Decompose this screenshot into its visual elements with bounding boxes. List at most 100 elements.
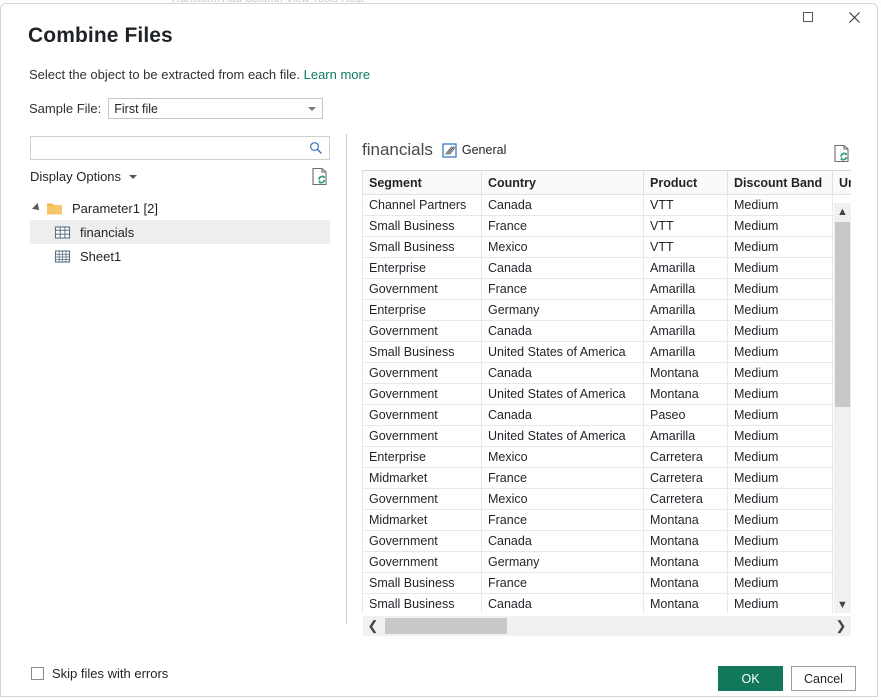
horizontal-scrollbar[interactable]: ❮ ❯ [363,616,851,636]
vertical-scrollbar[interactable]: ▲ ▼ [834,203,851,613]
preview-format: General [442,142,507,158]
table-cell: Medium [727,299,833,321]
table-cell: Channel Partners [362,194,482,216]
preview-header: financials General [362,140,506,160]
maximize-icon [803,12,813,22]
refresh-preview-icon[interactable] [833,144,851,163]
table-row[interactable]: Government France Amarilla Medium [362,278,851,300]
scroll-down-icon[interactable]: ▼ [834,596,851,613]
table-row[interactable]: Government Germany Montana Medium [362,551,851,573]
table-cell: Medium [727,572,833,594]
scroll-left-icon[interactable]: ❮ [363,616,383,636]
horizontal-scroll-thumb[interactable] [385,618,507,634]
table-row[interactable]: Enterprise Canada Amarilla Medium [362,257,851,279]
sheet-icon [54,249,71,263]
table-row[interactable]: Government Mexico Carretera Medium [362,488,851,510]
table-cell: Medium [727,446,833,468]
column-header-product[interactable]: Product [643,170,728,195]
close-button[interactable] [831,4,877,30]
tree-item-financials[interactable]: financials [30,220,330,244]
table-header-row: Segment Country Product Discount Band Un… [362,170,851,195]
preview-object-name: financials [362,140,433,159]
table-cell: Canada [481,362,644,384]
table-cell: Carretera [643,446,728,468]
table-cell: United States of America [481,341,644,363]
expand-triangle-icon[interactable] [32,203,42,213]
table-row[interactable]: Channel Partners Canada VTT Medium [362,194,851,216]
table-row[interactable]: Midmarket France Montana Medium [362,509,851,531]
table-cell: Montana [643,530,728,552]
table-cell: Government [362,383,482,405]
table-cell: Canada [481,257,644,279]
column-header-segment[interactable]: Segment [362,170,482,195]
table-row[interactable]: Small Business Mexico VTT Medium [362,236,851,258]
skip-files-with-errors-checkbox[interactable]: Skip files with errors [31,666,168,681]
table-cell: Medium [727,320,833,342]
table-row[interactable]: Small Business Canada Montana Medium [362,593,851,613]
preview-format-label: General [461,143,507,157]
table-cell: Medium [727,257,833,279]
table-cell: Midmarket [362,467,482,489]
table-row[interactable]: Midmarket France Carretera Medium [362,467,851,489]
table-row[interactable]: Small Business France Montana Medium [362,572,851,594]
sample-file-dropdown[interactable]: First file [108,98,324,119]
table-cell: Midmarket [362,509,482,531]
tree-item-sheet1[interactable]: Sheet1 [30,244,330,268]
search-input[interactable] [37,140,309,156]
tree-item-parameter1[interactable]: Parameter1 [2] [30,196,330,220]
display-options-label: Display Options [30,169,122,184]
table-row[interactable]: Government United States of America Amaril… [362,425,851,447]
table-cell: Government [362,278,482,300]
column-header-country[interactable]: Country [481,170,644,195]
vertical-scroll-thumb[interactable] [835,222,850,407]
table-cell: Medium [727,530,833,552]
table-row[interactable]: Enterprise Germany Amarilla Medium [362,299,851,321]
table-cell: Government [362,362,482,384]
table-row[interactable]: Enterprise Mexico Carretera Medium [362,446,851,468]
table-row[interactable]: Government Canada Paseo Medium [362,404,851,426]
table-cell: Enterprise [362,257,482,279]
table-row[interactable]: Government Canada Amarilla Medium [362,320,851,342]
table-cell: Canada [481,320,644,342]
table-row[interactable]: Small Business United States of America Am… [362,341,851,363]
column-header-discount-band[interactable]: Discount Band [727,170,833,195]
table-cell: Amarilla [643,425,728,447]
table-cell: Medium [727,404,833,426]
table-cell: Medium [727,236,833,258]
cancel-button[interactable]: Cancel [791,666,856,691]
table-cell: France [481,278,644,300]
table-cell: Montana [643,572,728,594]
scroll-up-icon[interactable]: ▲ [834,203,851,220]
maximize-button[interactable] [785,4,831,30]
table-cell: Medium [727,488,833,510]
checkbox-icon[interactable] [31,667,44,680]
display-options-button[interactable]: Display Options [30,169,138,184]
table-cell: Medium [727,362,833,384]
table-row[interactable]: Government United States of America Montan… [362,383,851,405]
ok-button[interactable]: OK [718,666,783,691]
general-format-icon [442,142,457,158]
table-cell: Government [362,551,482,573]
table-cell: Medium [727,215,833,237]
table-cell: France [481,467,644,489]
table-row[interactable]: Small Business France VTT Medium [362,215,851,237]
table-cell: Amarilla [643,278,728,300]
table-row[interactable]: Government Canada Montana Medium [362,362,851,384]
table-cell: Medium [727,467,833,489]
table-cell: Amarilla [643,320,728,342]
close-icon [848,11,860,23]
table-cell: Medium [727,194,833,216]
table-cell: France [481,509,644,531]
refresh-preview-icon[interactable] [311,167,329,186]
table-cell: Montana [643,362,728,384]
learn-more-link[interactable]: Learn more [304,67,370,82]
window-titlebar [767,4,877,34]
column-header-units-sold[interactable]: Uni [832,170,851,195]
tree-item-label: financials [80,224,135,240]
table-row[interactable]: Government Canada Montana Medium [362,530,851,552]
scroll-right-icon[interactable]: ❯ [831,616,851,636]
search-icon[interactable] [309,141,323,155]
sample-file-row: Sample File: First file [29,98,324,119]
subtitle-text: Select the object to be extracted from e… [29,67,300,82]
search-box[interactable] [30,136,330,160]
